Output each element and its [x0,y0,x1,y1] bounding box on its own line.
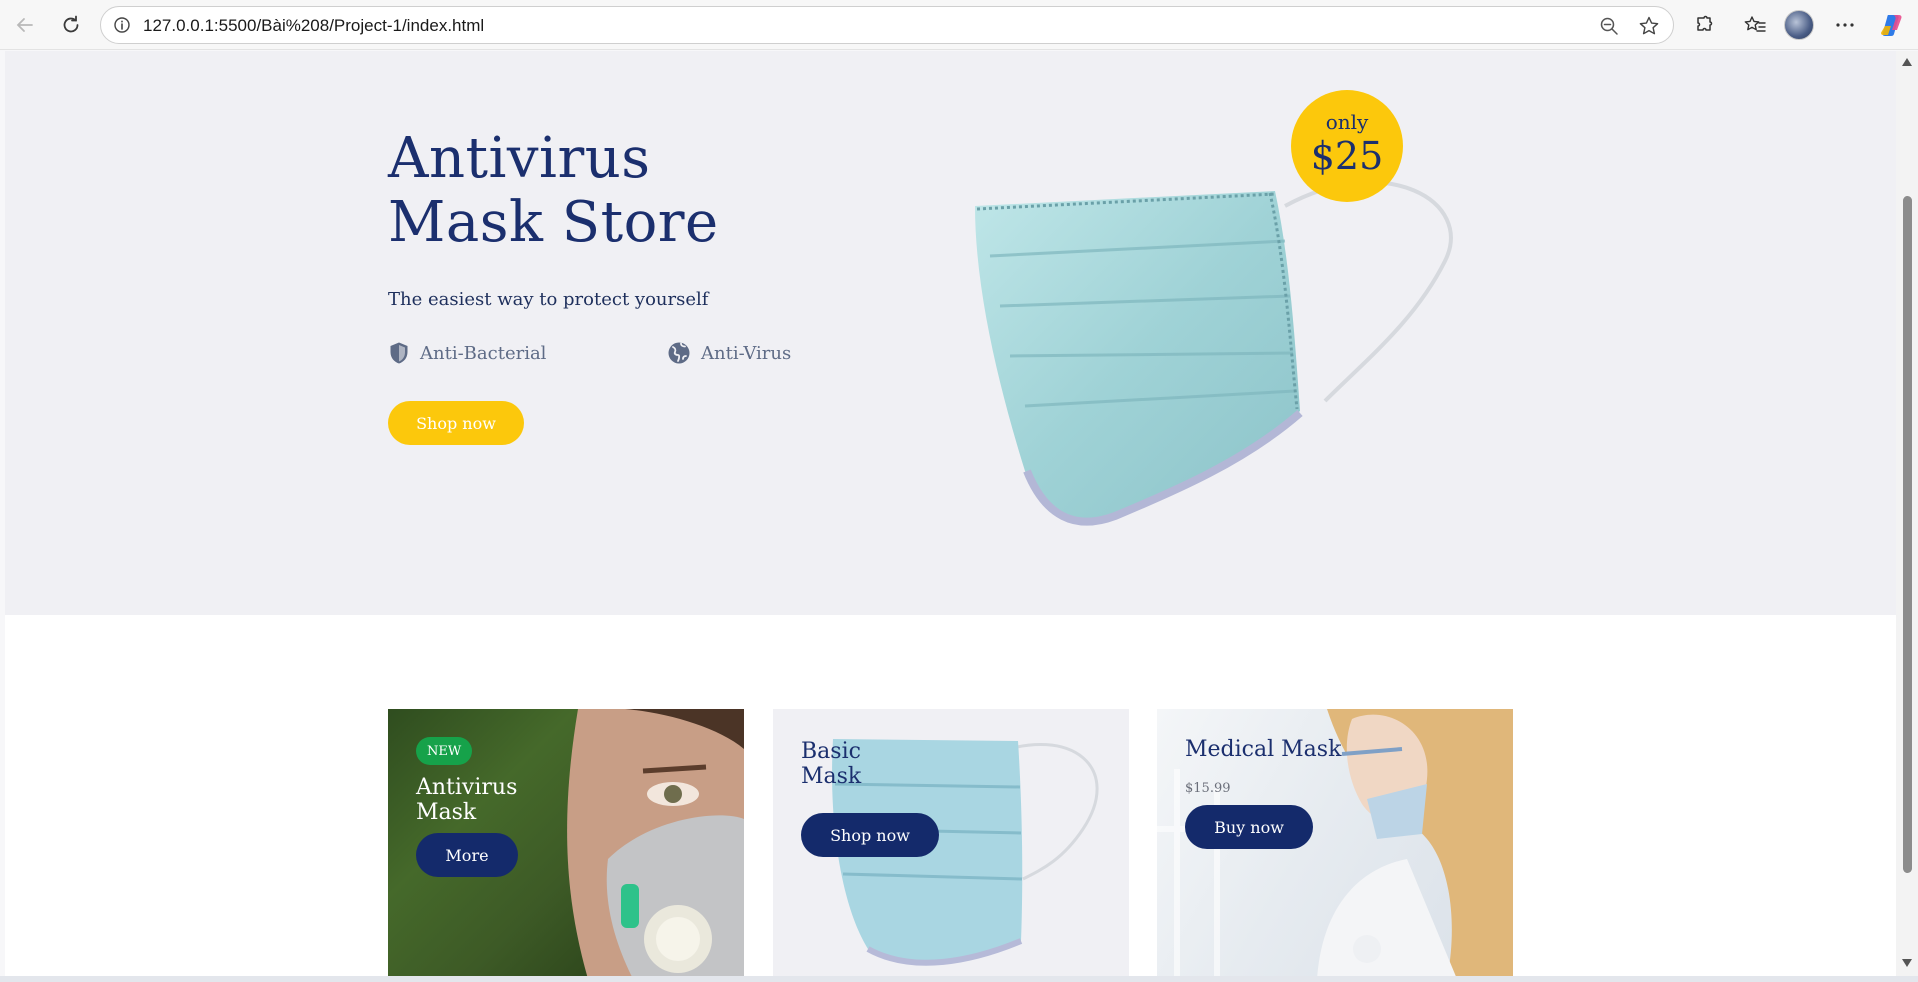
url-text[interactable]: 127.0.0.1:5500/Bài%208/Project-1/index.h… [143,16,484,36]
card-title-line1: Antivirus [416,775,518,800]
hero-subtitle: The easiest way to protect yourself [388,289,709,310]
price-badge-amount: $25 [1310,134,1384,178]
card-title: Antivirus Mask [416,775,517,825]
site-info-icon[interactable] [113,16,131,38]
shop-now-button[interactable]: Shop now [388,401,524,445]
copilot-icon[interactable] [1878,11,1906,39]
feature-anti-bacterial: Anti-Bacterial [388,341,546,365]
hero-section: Antivirus Mask Store The easiest way to … [5,51,1896,615]
hero-title: Antivirus Mask Store [388,127,888,255]
favorite-star-icon[interactable] [1637,14,1661,38]
card-title-line2: Mask [416,800,477,825]
product-card-medical[interactable]: Medical Mask $15.99 Buy now [1157,709,1513,976]
hero-title-line2: Mask Store [388,190,719,255]
horizontal-scrollbar[interactable] [0,976,1918,982]
shop-now-button[interactable]: Shop now [801,813,939,857]
back-button[interactable] [10,10,40,40]
profile-avatar[interactable] [1784,10,1814,40]
favorites-icon[interactable] [1741,11,1769,39]
more-button[interactable]: More [416,833,518,877]
page-viewport: Antivirus Mask Store The easiest way to … [5,51,1896,976]
card-title-line1: Basic [801,739,861,764]
card-title: Basic Mask [801,739,861,789]
surgical-mask-image [975,180,1453,526]
reload-button[interactable] [56,10,86,40]
browser-toolbar: 127.0.0.1:5500/Bài%208/Project-1/index.h… [0,0,1918,50]
product-card-antivirus[interactable]: NEW Antivirus Mask More [388,709,744,976]
card-title-line2: Mask [801,764,862,789]
feature-label: Anti-Virus [701,342,792,364]
scroll-up-arrow-icon[interactable] [1901,57,1913,67]
zoom-out-icon[interactable] [1597,14,1621,38]
card-title: Medical Mask [1185,737,1342,762]
more-menu-icon[interactable] [1831,11,1859,39]
card-price: $15.99 [1185,781,1231,796]
extensions-icon[interactable] [1690,11,1718,39]
back-arrow-icon [16,18,33,32]
hero-title-line1: Antivirus [388,126,651,191]
scroll-down-arrow-icon[interactable] [1901,958,1913,968]
price-badge: only $25 [1291,90,1403,202]
address-bar[interactable]: 127.0.0.1:5500/Bài%208/Project-1/index.h… [100,6,1674,44]
buy-now-button[interactable]: Buy now [1185,805,1313,849]
product-card-basic[interactable]: Basic Mask Shop now [773,709,1129,976]
price-badge-label: only [1325,110,1369,134]
shield-icon [390,342,408,364]
feature-label: Anti-Bacterial [420,342,547,364]
globe-icon [668,342,690,364]
new-badge: NEW [416,737,473,765]
reload-icon [63,15,79,33]
feature-anti-virus: Anti-Virus [667,341,791,365]
scrollbar-thumb[interactable] [1903,196,1912,873]
